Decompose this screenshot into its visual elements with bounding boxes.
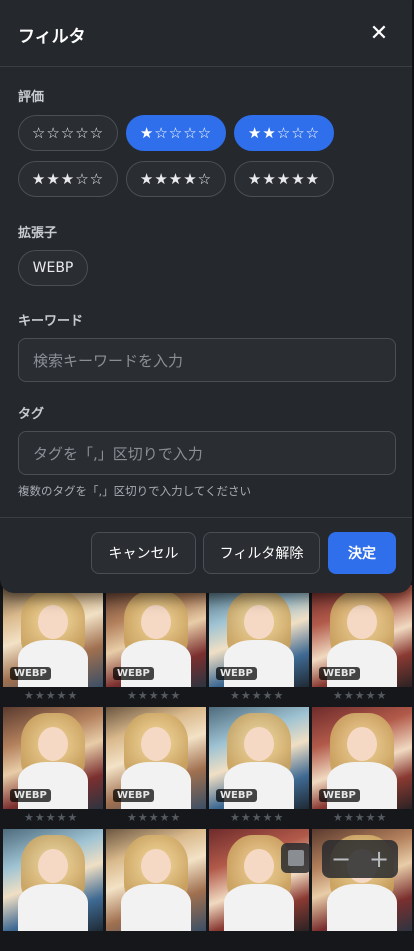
extension-badge: WEBP	[319, 667, 360, 680]
thumbnail-image[interactable]	[3, 829, 103, 931]
rating-stars: ★★★★★	[127, 811, 182, 824]
thumbnail-image[interactable]	[106, 829, 206, 931]
filter-modal: フィルタ ✕ 評価 ☆☆☆☆☆ ★☆☆☆☆ ★★☆☆☆ ★★★☆☆ ★★★★☆ …	[0, 0, 412, 593]
footer-divider	[0, 517, 412, 518]
tag-input[interactable]: タグを「,」区切りで入力	[18, 431, 396, 475]
zoom-out-button[interactable]: −	[331, 845, 351, 873]
extension-badge: WEBP	[113, 789, 154, 802]
rating-stars: ★★★★★	[127, 689, 182, 702]
rating-chip-1[interactable]: ★☆☆☆☆	[126, 115, 226, 151]
extension-badge: WEBP	[319, 789, 360, 802]
rating-stars: ★★★★★	[230, 689, 285, 702]
rating-section-label: 評価	[18, 90, 45, 105]
grid-item[interactable]: WEBP ★★★★★	[2, 707, 105, 829]
rating-stars: ★★★★★	[230, 811, 285, 824]
rating-chip-2[interactable]: ★★☆☆☆	[234, 115, 334, 151]
rating-stars: ★★★★★	[333, 811, 388, 824]
keyword-section-label: キーワード	[18, 314, 84, 329]
rating-chip-3[interactable]: ★★★☆☆	[18, 161, 118, 197]
tag-hint-text: 複数のタグを「,」区切りで入力してください	[18, 484, 251, 498]
extension-badge: WEBP	[216, 667, 257, 680]
zoom-controls: − +	[322, 840, 398, 878]
rating-chip-4[interactable]: ★★★★☆	[126, 161, 226, 197]
grid-item[interactable]: WEBP ★★★★★	[105, 707, 208, 829]
extension-badge: WEBP	[216, 789, 257, 802]
grid-item[interactable]	[105, 829, 208, 951]
extension-section-label: 拡張子	[18, 226, 58, 241]
extension-badge: WEBP	[113, 667, 154, 680]
grid-item[interactable]: WEBP ★★★★★	[105, 585, 208, 707]
close-icon[interactable]: ✕	[366, 20, 392, 46]
clear-filter-button[interactable]: フィルタ解除	[203, 532, 320, 574]
rating-chip-0[interactable]: ☆☆☆☆☆	[18, 115, 118, 151]
rating-stars: ★★★★★	[24, 811, 79, 824]
modal-title: フィルタ	[18, 27, 86, 47]
grid-item[interactable]	[2, 829, 105, 951]
extension-badge: WEBP	[10, 789, 51, 802]
apply-button[interactable]: 決定	[328, 532, 396, 574]
keyword-input[interactable]: 検索キーワードを入力	[18, 338, 396, 382]
rating-stars: ★★★★★	[333, 689, 388, 702]
zoom-in-button[interactable]: +	[369, 845, 389, 873]
grid-item[interactable]: WEBP ★★★★★	[311, 585, 414, 707]
cancel-button[interactable]: キャンセル	[91, 532, 196, 574]
grid-item[interactable]: WEBP ★★★★★	[208, 585, 311, 707]
square-icon	[288, 850, 304, 866]
grid-item[interactable]: WEBP ★★★★★	[2, 585, 105, 707]
rating-chip-5[interactable]: ★★★★★	[234, 161, 334, 197]
modal-header: フィルタ ✕	[0, 0, 412, 67]
grid-item[interactable]: WEBP ★★★★★	[311, 707, 414, 829]
extension-badge: WEBP	[10, 667, 51, 680]
select-mode-button[interactable]	[281, 843, 311, 873]
rating-stars: ★★★★★	[24, 689, 79, 702]
extension-chip-webp[interactable]: WEBP	[18, 250, 88, 286]
tag-section-label: タグ	[18, 407, 45, 422]
grid-item[interactable]: WEBP ★★★★★	[208, 707, 311, 829]
